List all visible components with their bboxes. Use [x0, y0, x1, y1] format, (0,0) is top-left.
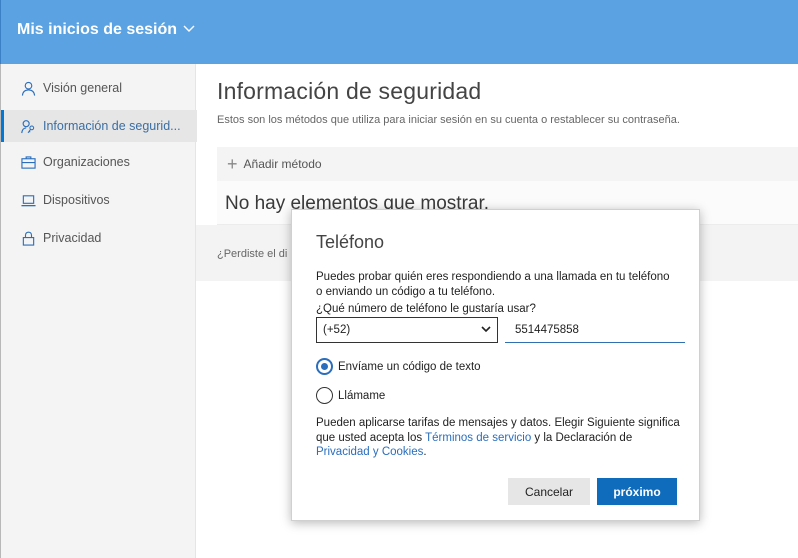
terms-of-service-link[interactable]: Términos de servicio	[425, 432, 531, 444]
briefcase-icon	[19, 153, 37, 171]
top-bar: Mis inicios de sesión	[0, 0, 798, 64]
phone-question: ¿Qué número de teléfono le gustaría usar…	[316, 303, 536, 315]
option-call[interactable]: Llámame	[316, 387, 385, 404]
lock-icon	[19, 229, 37, 247]
add-method-button[interactable]: + Añadir método	[217, 147, 798, 181]
phone-number-input[interactable]	[505, 317, 685, 343]
country-code-select[interactable]: (+52)	[316, 317, 498, 343]
chevron-down-icon	[183, 21, 195, 39]
option-label: Llámame	[338, 389, 386, 402]
security-info-icon	[19, 117, 37, 135]
sidebar-item-label: Privacidad	[43, 231, 102, 245]
sidebar-item-label: Organizaciones	[43, 155, 130, 169]
sidebar-item-label: Dispositivos	[43, 193, 110, 207]
sidebar-item-overview[interactable]: Visión general	[1, 72, 197, 104]
sidebar: Visión general Información de segurid...…	[0, 64, 197, 558]
country-code-value: (+52)	[323, 324, 351, 336]
terms-suffix: .	[423, 446, 427, 458]
radio-button[interactable]	[316, 387, 333, 404]
app-title: Mis inicios de sesión	[17, 21, 178, 38]
chevron-down-icon	[481, 324, 491, 337]
sidebar-item-devices[interactable]: Dispositivos	[1, 184, 197, 216]
next-button[interactable]: próximo	[597, 478, 677, 505]
person-icon	[19, 79, 37, 97]
terms-text: Pueden aplicarse tarifas de mensajes y d…	[316, 416, 681, 460]
option-label: Envíame un código de texto	[338, 360, 481, 373]
laptop-icon	[19, 191, 37, 209]
privacy-cookies-link[interactable]: Privacidad y Cookies	[316, 446, 423, 458]
plus-icon: +	[227, 154, 238, 174]
sidebar-item-label: Visión general	[43, 81, 122, 95]
sidebar-item-privacy[interactable]: Privacidad	[1, 222, 197, 254]
page-title: Información de seguridad	[217, 78, 482, 104]
add-method-label: Añadir método	[243, 157, 322, 171]
option-text-code[interactable]: Envíame un código de texto	[316, 358, 481, 375]
cancel-button[interactable]: Cancelar	[508, 478, 590, 505]
dialog-title: Teléfono	[316, 232, 385, 252]
phone-dialog: Teléfono Puedes probar quién eres respon…	[291, 209, 700, 521]
dialog-description: Puedes probar quién eres respondiendo a …	[316, 271, 670, 298]
lost-device-link[interactable]: ¿Perdiste el di	[217, 248, 287, 260]
terms-middle: y la Declaración de	[531, 431, 633, 444]
radio-button-checked[interactable]	[316, 358, 333, 375]
sidebar-item-label: Información de segurid...	[43, 119, 181, 133]
sidebar-item-organizations[interactable]: Organizaciones	[1, 146, 197, 178]
page-subtitle: Estos son los métodos que utiliza para i…	[217, 114, 680, 126]
sidebar-item-security-info[interactable]: Información de segurid...	[1, 110, 197, 142]
app-title-menu[interactable]: Mis inicios de sesión	[17, 21, 195, 39]
